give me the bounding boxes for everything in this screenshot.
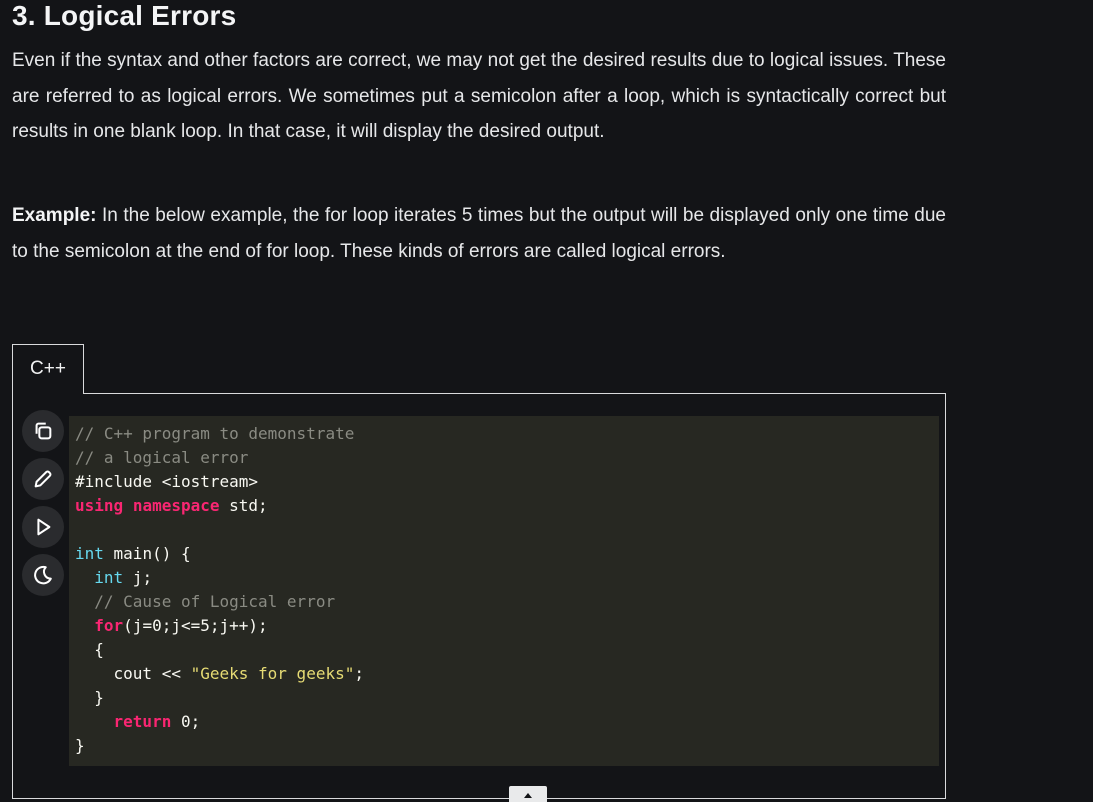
scroll-to-top-button[interactable] [509, 786, 547, 802]
code-token: int [94, 568, 124, 587]
code-line: #include <iostream> [75, 470, 939, 494]
code-token: namespace [132, 496, 220, 515]
code-line: // a logical error [75, 446, 939, 470]
code-line: for(j=0;j<=5;j++); [75, 614, 939, 638]
example-paragraph: Example: In the below example, the for l… [12, 198, 946, 269]
code-line: } [75, 686, 939, 710]
code-token: // Cause of Logical error [94, 592, 336, 611]
code-token: { [75, 640, 104, 659]
section-heading: 3. Logical Errors [12, 0, 237, 31]
code-token: return [113, 712, 172, 731]
code-token: std; [219, 496, 268, 515]
code-token: "Geeks for geeks" [190, 664, 355, 683]
code-token: j; [123, 568, 153, 587]
code-token: cout << [75, 664, 191, 683]
example-label: Example: [12, 205, 97, 226]
code-token: using [75, 496, 124, 515]
code-token: #include <iostream> [75, 472, 259, 491]
code-token: ; [354, 664, 364, 683]
code-line: // Cause of Logical error [75, 590, 939, 614]
code-token: // a logical error [75, 448, 249, 467]
example-text: In the below example, the for loop itera… [12, 205, 946, 262]
code-token: for [94, 616, 124, 635]
code-token: } [75, 736, 85, 755]
code-token: (j=0;j<=5;j++); [123, 616, 268, 635]
copy-button[interactable] [22, 410, 64, 452]
code-line: } [75, 734, 939, 758]
chevron-up-icon [524, 792, 532, 798]
code-token: 0; [171, 712, 201, 731]
code-token: // C++ program to demonstrate [75, 424, 355, 443]
edit-icon [34, 470, 52, 488]
code-line: int main() { [75, 542, 939, 566]
code-line: return 0; [75, 710, 939, 734]
theme-toggle-icon [34, 565, 52, 585]
code-line: cout << "Geeks for geeks"; [75, 662, 939, 686]
tab-cpp[interactable]: C++ [12, 344, 84, 393]
code-token: int [75, 544, 104, 563]
tab-connector [13, 392, 83, 394]
article-page: 3. Logical Errors Even if the syntax and… [0, 0, 1093, 802]
code-token: main() { [103, 544, 191, 563]
theme-toggle-button[interactable] [22, 554, 64, 596]
code-block[interactable]: // C++ program to demonstrate // a logica… [69, 416, 939, 766]
code-line: { [75, 638, 939, 662]
intro-paragraph: Even if the syntax and other factors are… [12, 50, 946, 142]
code-line: // C++ program to demonstrate [75, 422, 939, 446]
run-button[interactable] [22, 506, 64, 548]
code-toolbar [22, 410, 68, 602]
code-line: using namespace std; [75, 494, 939, 518]
code-line: int j; [75, 566, 939, 590]
copy-icon [35, 422, 52, 440]
code-token: } [75, 688, 104, 707]
edit-button[interactable] [22, 458, 64, 500]
run-icon [37, 518, 51, 536]
